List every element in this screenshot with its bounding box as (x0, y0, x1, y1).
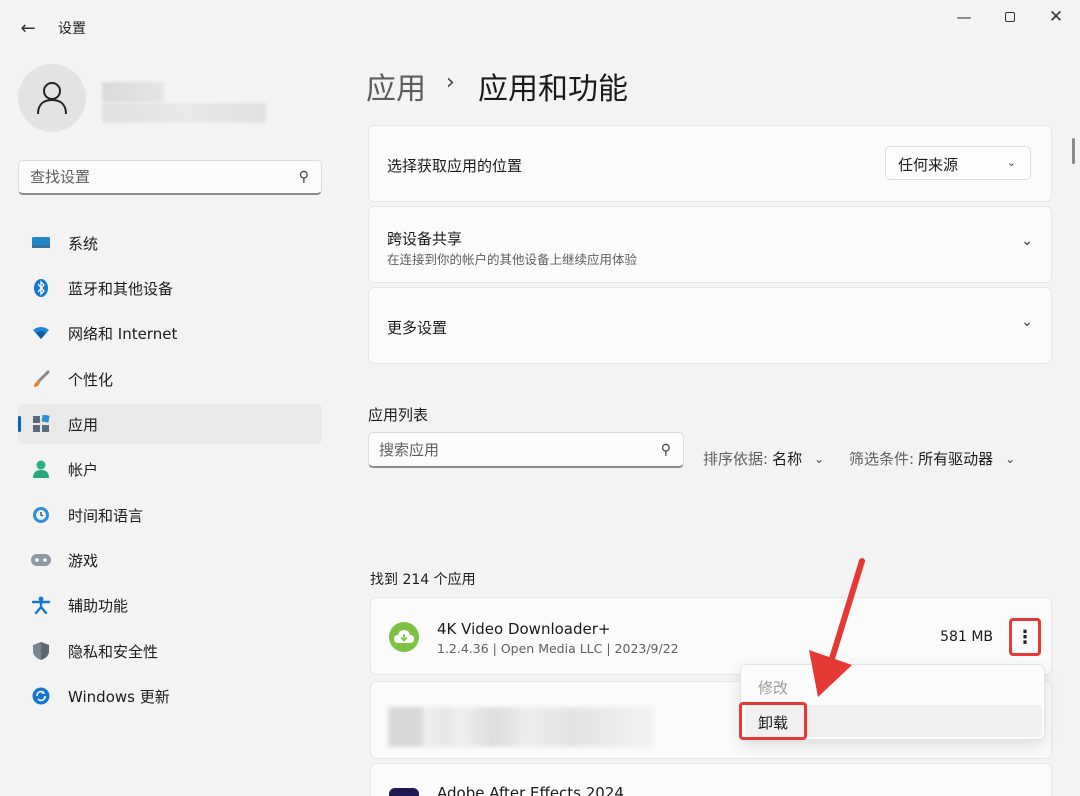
sidebar-item-accessibility[interactable]: 辅助功能 (18, 585, 322, 625)
app-search[interactable]: ⚲ (368, 432, 684, 468)
settings-search-input[interactable] (19, 161, 269, 193)
blurred-app-entry (388, 707, 654, 747)
more-settings-title: 更多设置 (387, 319, 448, 337)
search-icon[interactable]: ⚲ (661, 442, 671, 458)
app-size: 581 MB (940, 629, 993, 645)
sidebar-item-label: 帐户 (68, 460, 99, 479)
sidebar-item-label: 网络和 Internet (68, 324, 178, 343)
after-effects-icon (389, 788, 419, 796)
minimize-button[interactable]: — (942, 6, 986, 28)
wifi-icon (31, 323, 51, 343)
chevron-down-icon: ⌄ (814, 451, 825, 466)
account-icon (31, 459, 51, 479)
sidebar-item-label: 应用 (68, 415, 99, 434)
chevron-down-icon[interactable]: ⌄ (1021, 233, 1033, 249)
cross-device-share-card[interactable]: 跨设备共享 在连接到你的帐户的其他设备上继续应用体验 ⌄ (368, 206, 1052, 283)
scrollbar-thumb[interactable] (1072, 138, 1075, 164)
more-options-button[interactable]: ⋮ (1009, 618, 1041, 656)
back-arrow-icon[interactable]: ← (16, 16, 40, 40)
filter-value: 所有驱动器 (918, 450, 994, 468)
active-indicator (18, 416, 21, 432)
sidebar-item-label: 隐私和安全性 (68, 642, 159, 661)
sidebar-item-windows-update[interactable]: Windows 更新 (18, 676, 322, 716)
page-title: 应用和功能 (478, 72, 628, 107)
gamepad-icon (31, 550, 51, 570)
app-meta: 1.2.4.36 | Open Media LLC | 2023/9/22 (437, 641, 679, 656)
app-row-after-effects: Adobe After Effects 2024 (370, 763, 1052, 796)
sidebar-item-apps[interactable]: 应用 (18, 404, 322, 444)
close-button[interactable]: ✕ (1034, 6, 1078, 28)
sidebar-item-label: 系统 (68, 234, 99, 253)
clock-globe-icon (31, 505, 51, 525)
apps-icon (31, 414, 51, 434)
sidebar-item-privacy[interactable]: 隐私和安全性 (18, 631, 322, 671)
sidebar-item-label: 个性化 (68, 370, 114, 389)
app-search-input[interactable] (369, 433, 639, 466)
chevron-right-icon: › (446, 70, 455, 95)
sidebar-item-gaming[interactable]: 游戏 (18, 540, 322, 580)
chevron-down-icon[interactable]: ⌄ (1021, 314, 1033, 330)
filter-label: 筛选条件: (849, 450, 915, 468)
bluetooth-icon (31, 278, 51, 298)
more-vertical-icon: ⋮ (1016, 626, 1034, 648)
shield-icon (31, 641, 51, 661)
sidebar-item-bluetooth[interactable]: 蓝牙和其他设备 (18, 268, 322, 308)
share-title: 跨设备共享 (387, 230, 463, 248)
menu-item-label: 修改 (758, 679, 789, 697)
sort-value: 名称 (772, 450, 803, 468)
4k-video-downloader-icon (389, 622, 419, 652)
found-count: 找到 214 个应用 (370, 572, 476, 588)
sidebar-item-label: 辅助功能 (68, 596, 129, 615)
app-source-dropdown[interactable]: 任何来源 ⌄ (885, 146, 1031, 180)
sidebar-item-label: Windows 更新 (68, 687, 170, 706)
maximize-button[interactable] (988, 6, 1032, 28)
sidebar-item-label: 蓝牙和其他设备 (68, 279, 174, 298)
accessibility-icon (31, 595, 51, 615)
sidebar-item-label: 时间和语言 (68, 506, 144, 525)
menu-item-modify[interactable]: 修改 (745, 670, 1042, 702)
app-source-label: 选择获取应用的位置 (387, 157, 523, 175)
blurred-email (102, 103, 266, 123)
sidebar-item-personalization[interactable]: 个性化 (18, 359, 322, 399)
settings-search[interactable]: ⚲ (18, 160, 322, 195)
search-icon[interactable]: ⚲ (299, 169, 309, 185)
brush-icon (31, 369, 51, 389)
monitor-icon (31, 233, 51, 253)
sort-dropdown[interactable]: 排序依据: 名称 ⌄ (703, 448, 824, 469)
app-source-card: 选择获取应用的位置 任何来源 ⌄ (368, 125, 1052, 202)
chevron-down-icon: ⌄ (1005, 451, 1016, 466)
uninstall-highlight-box (739, 702, 807, 740)
app-source-value: 任何来源 (898, 156, 959, 174)
filter-dropdown[interactable]: 筛选条件: 所有驱动器 ⌄ (849, 448, 1015, 469)
breadcrumb-parent[interactable]: 应用 (366, 64, 426, 108)
red-annotation-arrow (809, 558, 865, 697)
sidebar-item-label: 游戏 (68, 551, 99, 570)
app-title: 设置 (58, 21, 86, 37)
app-name: Adobe After Effects 2024 (437, 784, 624, 796)
avatar[interactable] (18, 64, 86, 132)
sidebar-item-time-language[interactable]: 时间和语言 (18, 495, 322, 535)
blurred-username (102, 82, 164, 102)
sidebar-item-system[interactable]: 系统 (18, 223, 322, 263)
person-icon (37, 82, 67, 115)
sidebar-item-accounts[interactable]: 帐户 (18, 449, 322, 489)
more-settings-card[interactable]: 更多设置 ⌄ (368, 287, 1052, 364)
refresh-icon (31, 686, 51, 706)
chevron-down-icon: ⌄ (1006, 156, 1016, 169)
sidebar-item-network[interactable]: 网络和 Internet (18, 313, 322, 353)
app-list-heading: 应用列表 (368, 406, 429, 424)
share-description: 在连接到你的帐户的其他设备上继续应用体验 (387, 252, 638, 267)
sort-label: 排序依据: (703, 450, 769, 468)
app-name: 4K Video Downloader+ (437, 620, 611, 638)
